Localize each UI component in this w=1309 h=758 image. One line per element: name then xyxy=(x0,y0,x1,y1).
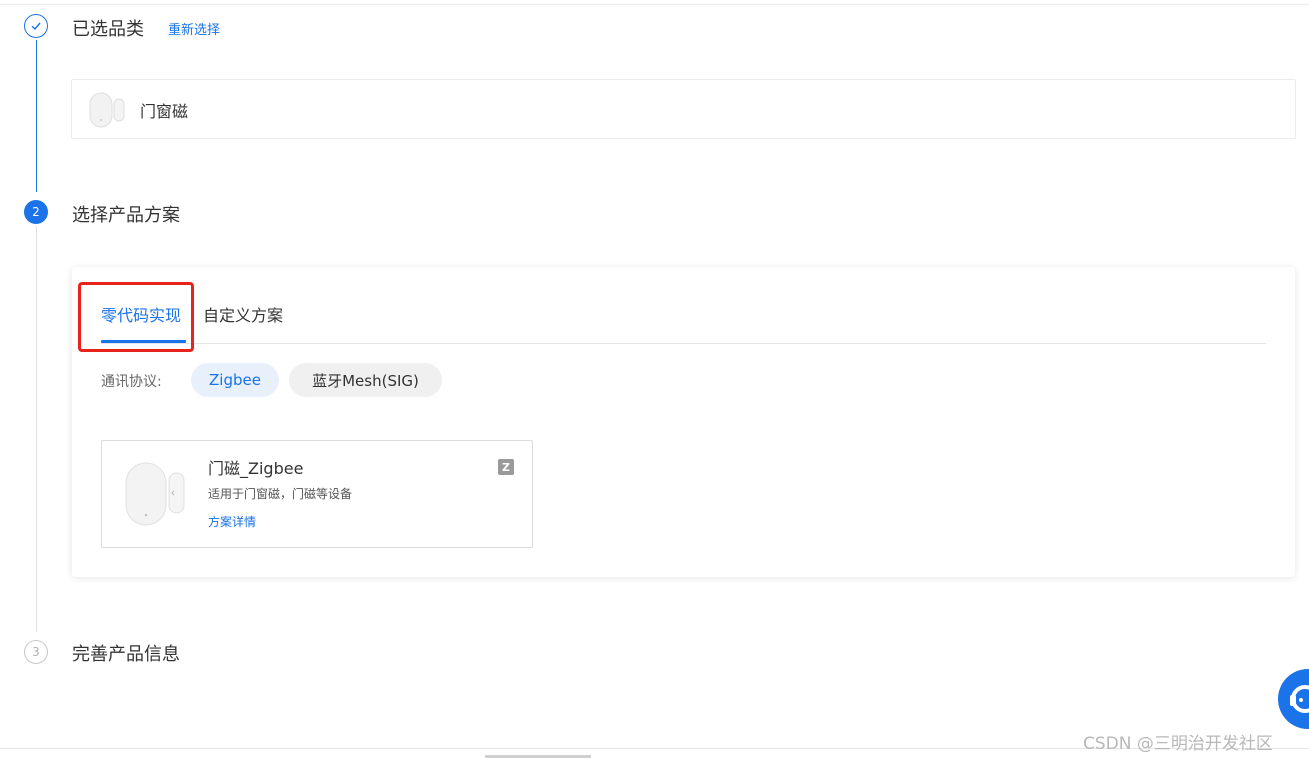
step-connector-completed xyxy=(36,40,37,192)
solution-details-link[interactable]: 方案详情 xyxy=(208,513,256,530)
highlight-box xyxy=(78,282,194,352)
reselect-category-link[interactable]: 重新选择 xyxy=(168,19,220,38)
step3-number: 3 xyxy=(24,640,48,664)
door-sensor-image xyxy=(124,459,186,529)
protocol-label: 通讯协议: xyxy=(101,374,162,390)
top-divider xyxy=(0,4,1309,5)
step2-number: 2 xyxy=(24,200,48,224)
tab-custom-solution[interactable]: 自定义方案 xyxy=(203,302,283,326)
customer-service-button[interactable] xyxy=(1278,669,1309,729)
step-connector-pending xyxy=(36,226,37,632)
solution-panel: 零代码实现 自定义方案 通讯协议: Zigbee 蓝牙Mesh(SIG) 门磁_… xyxy=(72,267,1295,577)
zigbee-badge-icon: Z xyxy=(498,459,514,475)
selected-category-name: 门窗磁 xyxy=(140,102,189,121)
step-done-check-icon xyxy=(24,14,48,38)
step2-title: 选择产品方案 xyxy=(72,205,180,226)
solution-card[interactable]: 门磁_Zigbee 适用于门窗磁，门磁等设备 方案详情 Z xyxy=(101,440,533,548)
watermark-text: CSDN @三明治开发社区 xyxy=(1083,734,1273,754)
step3-title: 完善产品信息 xyxy=(72,644,180,665)
headset-icon xyxy=(1290,685,1309,713)
tabs-divider xyxy=(101,343,1266,344)
solution-card-title: 门磁_Zigbee xyxy=(208,459,304,478)
solution-card-description: 适用于门窗磁，门磁等设备 xyxy=(208,487,353,501)
protocol-chip-bluetooth-mesh[interactable]: 蓝牙Mesh(SIG) xyxy=(289,363,442,397)
protocol-chip-zigbee[interactable]: Zigbee xyxy=(191,363,279,397)
step1-title: 已选品类 xyxy=(72,19,144,40)
door-sensor-image xyxy=(88,90,126,130)
selected-category-card: 门窗磁 xyxy=(71,79,1296,139)
